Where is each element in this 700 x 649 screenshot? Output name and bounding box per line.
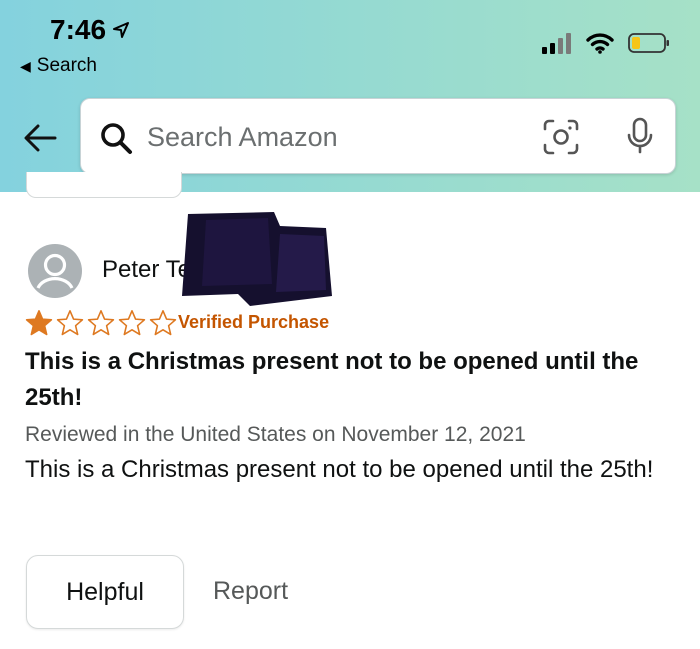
- review-date: Reviewed in the United States on Novembe…: [25, 423, 526, 446]
- star-icon: [87, 310, 115, 336]
- mic-icon[interactable]: [625, 117, 655, 157]
- star-rating: [24, 309, 178, 337]
- redaction-scribble: [182, 212, 332, 306]
- status-icons: [542, 32, 670, 54]
- status-time-text: 7:46: [50, 14, 107, 45]
- search-icon: [101, 123, 132, 154]
- back-arrow-icon[interactable]: [22, 120, 58, 156]
- back-triangle-icon: ◀: [20, 57, 31, 74]
- signal-icon: [542, 33, 571, 54]
- back-to-app-label: Search: [36, 55, 97, 76]
- star-icon: [149, 310, 177, 336]
- camera-scan-icon[interactable]: [543, 119, 579, 155]
- search-bar[interactable]: [80, 98, 676, 174]
- wifi-icon: [586, 33, 614, 54]
- report-link[interactable]: Report: [213, 577, 288, 606]
- user-avatar-icon: [28, 244, 82, 298]
- status-time: 7:46: [50, 14, 130, 46]
- helpful-button[interactable]: Helpful: [26, 555, 184, 629]
- star-icon: [25, 310, 53, 336]
- review-title: This is a Christmas present not to be op…: [25, 348, 639, 411]
- battery-icon: [628, 33, 669, 53]
- previous-helpful-button-edge: [26, 172, 182, 198]
- location-arrow-icon: [113, 22, 130, 38]
- verified-purchase-badge: Verified Purchase: [178, 312, 330, 332]
- search-input[interactable]: [147, 117, 507, 157]
- review-body: This is a Christmas present not to be op…: [25, 456, 654, 483]
- back-to-app-link[interactable]: ◀ Search: [20, 55, 97, 77]
- star-icon: [118, 310, 146, 336]
- app-header: 7:46 ◀ Search: [0, 0, 700, 192]
- star-icon: [56, 310, 84, 336]
